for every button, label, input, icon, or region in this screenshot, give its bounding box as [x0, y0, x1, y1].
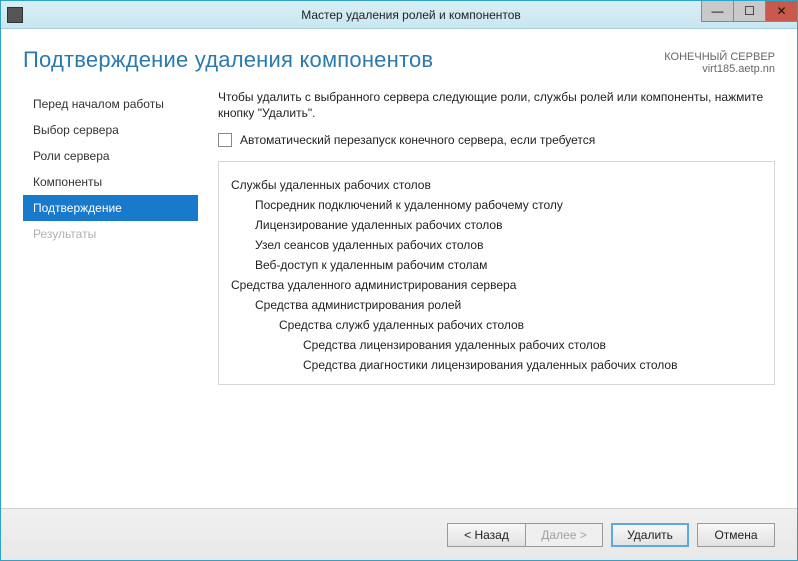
close-button[interactable]: ✕: [765, 1, 797, 22]
back-button[interactable]: < Назад: [447, 523, 525, 547]
restart-checkbox[interactable]: [218, 133, 232, 147]
feature-item: Средства диагностики лицензирования удал…: [303, 358, 762, 372]
destination-server-name: virt185.aetp.nn: [664, 63, 775, 75]
sidebar-item-results: Результаты: [23, 221, 198, 247]
minimize-button[interactable]: —: [701, 1, 733, 22]
sidebar-item-before-you-begin[interactable]: Перед началом работы: [23, 91, 198, 117]
features-list: Службы удаленных рабочих столов Посредни…: [218, 161, 775, 385]
main-panel: Чтобы удалить с выбранного сервера следу…: [198, 85, 775, 498]
feature-group-rds: Службы удаленных рабочих столов: [231, 178, 762, 192]
footer: < Назад Далее > Удалить Отмена: [1, 508, 797, 560]
titlebar[interactable]: Мастер удаления ролей и компонентов — ☐ …: [1, 1, 797, 29]
destination-server: КОНЕЧНЫЙ СЕРВЕР virt185.aetp.nn: [664, 51, 775, 75]
page-title: Подтверждение удаления компонентов: [23, 47, 433, 73]
next-button: Далее >: [525, 523, 603, 547]
content-area: Подтверждение удаления компонентов КОНЕЧ…: [1, 29, 797, 508]
feature-item: Посредник подключений к удаленному рабоч…: [255, 198, 762, 212]
body-row: Перед началом работы Выбор сервера Роли …: [23, 85, 775, 498]
sidebar-item-server-selection[interactable]: Выбор сервера: [23, 117, 198, 143]
nav-button-group: < Назад Далее >: [447, 523, 603, 547]
restart-checkbox-row: Автоматический перезапуск конечного серв…: [218, 133, 775, 147]
destination-server-label: КОНЕЧНЫЙ СЕРВЕР: [664, 51, 775, 63]
feature-item: Средства лицензирования удаленных рабочи…: [303, 338, 762, 352]
feature-item: Узел сеансов удаленных рабочих столов: [255, 238, 762, 252]
feature-item: Веб-доступ к удаленным рабочим столам: [255, 258, 762, 272]
header-row: Подтверждение удаления компонентов КОНЕЧ…: [23, 47, 775, 75]
feature-item: Лицензирование удаленных рабочих столов: [255, 218, 762, 232]
restart-checkbox-label: Автоматический перезапуск конечного серв…: [240, 133, 595, 147]
remove-button[interactable]: Удалить: [611, 523, 689, 547]
wizard-steps-sidebar: Перед началом работы Выбор сервера Роли …: [23, 85, 198, 498]
instruction-text: Чтобы удалить с выбранного сервера следу…: [218, 89, 775, 121]
window-controls: — ☐ ✕: [701, 1, 797, 22]
feature-item: Средства администрирования ролей: [255, 298, 762, 312]
feature-item: Средства служб удаленных рабочих столов: [279, 318, 762, 332]
app-icon: [7, 7, 23, 23]
sidebar-item-server-roles[interactable]: Роли сервера: [23, 143, 198, 169]
wizard-window: Мастер удаления ролей и компонентов — ☐ …: [0, 0, 798, 561]
cancel-button[interactable]: Отмена: [697, 523, 775, 547]
maximize-button[interactable]: ☐: [733, 1, 765, 22]
window-title: Мастер удаления ролей и компонентов: [29, 8, 793, 22]
feature-group-rsat: Средства удаленного администрирования се…: [231, 278, 762, 292]
sidebar-item-features[interactable]: Компоненты: [23, 169, 198, 195]
sidebar-item-confirmation[interactable]: Подтверждение: [23, 195, 198, 221]
